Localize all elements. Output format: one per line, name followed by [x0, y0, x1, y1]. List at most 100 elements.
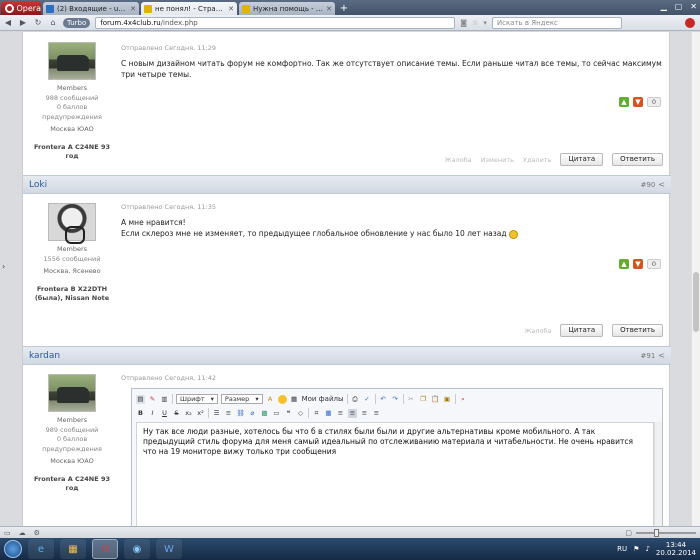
panel-toggle-icon[interactable]: ▭: [4, 529, 11, 537]
delete-link[interactable]: Удалить: [523, 156, 551, 164]
reply-button[interactable]: Ответить: [612, 324, 663, 337]
align-right-icon[interactable]: ≡: [360, 409, 369, 418]
quote-button[interactable]: Цитата: [560, 324, 604, 337]
zoom-slider[interactable]: [636, 528, 696, 537]
reply-text-area[interactable]: Ну так все люди разные, хотелось бы что …: [136, 422, 654, 526]
align-justify-icon[interactable]: ≡: [372, 409, 381, 418]
url-field[interactable]: forum.4x4club.ru/index.php: [95, 16, 456, 29]
table-icon[interactable]: ▦: [324, 409, 333, 418]
internet-explorer-icon[interactable]: e: [28, 539, 54, 559]
thumbs-down-icon[interactable]: ▼: [633, 259, 643, 269]
share-icon[interactable]: <: [658, 180, 665, 189]
reply-button[interactable]: Ответить: [612, 153, 663, 166]
align-center-icon[interactable]: ≡: [348, 408, 357, 418]
file-explorer-icon[interactable]: ▦: [60, 539, 86, 559]
tab-help[interactable]: Нужна помощь - Стр... ✕: [239, 2, 335, 15]
cloud-icon[interactable]: ☁: [19, 529, 26, 537]
quote-icon[interactable]: ❝: [284, 409, 293, 418]
emoticon-icon[interactable]: [277, 394, 287, 404]
code-icon[interactable]: ⌗: [312, 409, 321, 418]
opera-extension-icon[interactable]: [685, 17, 695, 28]
quote-button[interactable]: Цитата: [560, 153, 604, 166]
turbo-button[interactable]: Turbo: [63, 17, 91, 28]
close-tab-icon[interactable]: ✕: [130, 5, 136, 13]
image-icon[interactable]: ▩: [260, 409, 269, 418]
system-clock[interactable]: 13:44 20.02.2014: [656, 541, 696, 557]
align-left-icon[interactable]: ≡: [336, 409, 345, 418]
close-window-icon[interactable]: ✕: [690, 2, 697, 11]
maximize-icon[interactable]: ▢: [675, 2, 683, 11]
text-color-icon[interactable]: A: [266, 395, 275, 404]
author-avatar[interactable]: [48, 42, 96, 80]
thumbs-down-icon[interactable]: ▼: [633, 97, 643, 107]
page-scrollbar[interactable]: [691, 32, 700, 526]
post-number-link[interactable]: #91: [641, 352, 656, 360]
size-select[interactable]: Размер ▾: [220, 394, 263, 404]
link-icon[interactable]: ⛓: [236, 409, 245, 418]
files-icon[interactable]: ▦: [290, 395, 299, 404]
reload-icon[interactable]: ↻: [33, 18, 43, 28]
flag-icon[interactable]: ⚑: [633, 545, 639, 553]
new-tab-button[interactable]: +: [338, 3, 350, 15]
page-scrollbar-thumb[interactable]: [693, 272, 699, 332]
cut-icon[interactable]: ✂: [407, 395, 416, 404]
tab-ne-ponyal[interactable]: не понял! - Страница ... ✕: [141, 2, 237, 15]
paste-text-icon[interactable]: ▥: [160, 395, 169, 404]
minimize-icon[interactable]: ▁: [661, 2, 667, 11]
unlink-icon[interactable]: ⌀: [248, 409, 257, 418]
author-avatar[interactable]: [48, 203, 96, 244]
media-icon[interactable]: ▭: [272, 409, 281, 418]
numbered-list-icon[interactable]: ≡: [224, 409, 233, 418]
report-link[interactable]: Жалоба: [445, 156, 472, 164]
subscript-icon[interactable]: x₂: [184, 409, 193, 418]
view-icon[interactable]: ▢: [625, 529, 632, 537]
home-icon[interactable]: ⌂: [48, 18, 58, 28]
back-icon[interactable]: ◀: [3, 18, 13, 28]
volume-icon[interactable]: ♪: [645, 545, 649, 553]
bold-icon[interactable]: B: [136, 409, 145, 418]
font-select[interactable]: Шрифт ▾: [176, 394, 218, 404]
share-icon[interactable]: <: [658, 351, 665, 360]
copy-icon[interactable]: ❐: [419, 395, 428, 404]
paste-word-icon[interactable]: ▣: [443, 395, 452, 404]
settings-icon[interactable]: ⚙: [34, 529, 40, 537]
forward-icon[interactable]: ▶: [18, 18, 28, 28]
search-input[interactable]: Искать в Яндекс: [491, 16, 622, 29]
close-tab-icon[interactable]: ✕: [326, 5, 332, 13]
spellcheck-icon[interactable]: ✓: [363, 395, 372, 404]
my-files-label[interactable]: Мои файлы: [302, 395, 344, 403]
italic-icon[interactable]: I: [148, 409, 157, 418]
author-name-link[interactable]: kardan: [29, 351, 60, 361]
zoom-control[interactable]: ▢: [625, 528, 696, 537]
opera-menu-button[interactable]: Opera: [1, 1, 41, 15]
undo-icon[interactable]: ↶: [379, 395, 388, 404]
side-panel-arrow-icon[interactable]: ›: [2, 262, 5, 271]
dropdown-icon[interactable]: ▾: [483, 19, 487, 27]
find-replace-icon[interactable]: ⌕: [459, 395, 468, 404]
start-button[interactable]: [4, 540, 22, 558]
superscript-icon[interactable]: x²: [196, 409, 205, 418]
bulleted-list-icon[interactable]: ☰: [212, 409, 221, 418]
author-avatar[interactable]: [48, 374, 96, 412]
edit-link[interactable]: Изменить: [481, 156, 514, 164]
rss-icon[interactable]: ◙: [460, 19, 467, 27]
tab-inbox[interactable]: (2) Входящие - unital... ✕: [43, 2, 139, 15]
redo-icon[interactable]: ↷: [391, 395, 400, 404]
underline-icon[interactable]: U: [160, 409, 169, 418]
spoiler-icon[interactable]: ◇: [296, 409, 305, 418]
thumbs-up-icon[interactable]: ▲: [619, 97, 629, 107]
source-icon[interactable]: ▤: [136, 394, 145, 404]
editor-scrollbar[interactable]: [654, 422, 662, 526]
close-tab-icon[interactable]: ✕: [228, 5, 234, 13]
print-icon[interactable]: ⎙: [351, 395, 360, 404]
thumbs-up-icon[interactable]: ▲: [619, 259, 629, 269]
report-link[interactable]: Жалоба: [524, 327, 551, 335]
post-number-link[interactable]: #90: [641, 181, 656, 189]
paste-icon[interactable]: 📋: [431, 395, 440, 404]
strikethrough-icon[interactable]: S: [172, 409, 181, 418]
language-indicator[interactable]: RU: [617, 545, 627, 553]
opera-taskbar-icon[interactable]: O: [92, 539, 118, 559]
bookmark-star-icon[interactable]: ☆: [472, 19, 478, 27]
word-icon[interactable]: W: [156, 539, 182, 559]
zoom-knob[interactable]: [654, 528, 659, 537]
